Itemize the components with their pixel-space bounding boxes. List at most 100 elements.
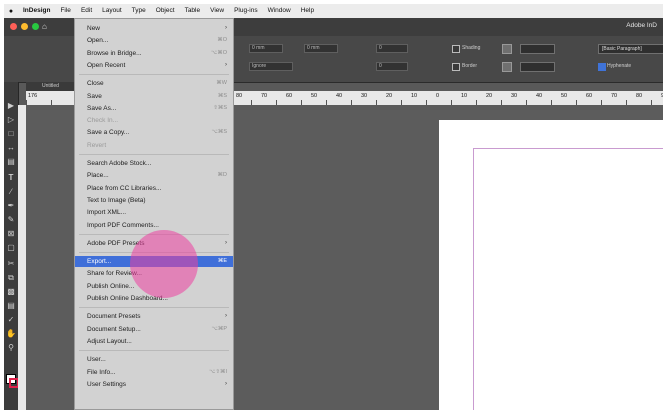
free-transform-tool-icon[interactable]: ⧉ — [6, 272, 16, 283]
file-menu-item-file-info[interactable]: File Info... ⌥⇧⌘I — [75, 367, 233, 378]
file-menu-item-place[interactable]: Place... ⌘D — [75, 170, 233, 181]
menu-view[interactable]: View — [205, 4, 229, 18]
menu-window[interactable]: Window — [263, 4, 296, 18]
ruler-tick-label: 40 — [536, 93, 543, 99]
file-menu-item-save[interactable]: Save ⌘S — [75, 91, 233, 102]
zoom-readout: 176 — [28, 93, 38, 99]
rectangle-tool-icon[interactable]: ▢ — [6, 242, 16, 253]
menu-plugins[interactable]: Plug-ins — [229, 4, 262, 18]
zoom-tool-icon[interactable]: ⚲ — [6, 342, 16, 353]
window-controls — [10, 23, 39, 30]
paragraph-style-dropdown[interactable]: [Basic Paragraph] — [598, 44, 663, 54]
hyphenate-label: Hyphenate — [607, 63, 632, 69]
file-menu-item-place-from-cc-libraries[interactable]: Place from CC Libraries... — [75, 183, 233, 194]
screenshot-frame: ● InDesign File Edit Layout Type Object … — [4, 4, 663, 410]
file-menu-item-user-settings[interactable]: User Settings › — [75, 379, 233, 390]
ruler-tick-label: 20 — [386, 93, 393, 99]
indent-field[interactable]: 0 mm — [249, 44, 283, 53]
border-checkbox[interactable] — [452, 63, 460, 71]
type-tool-icon[interactable]: T — [6, 172, 16, 183]
file-menu-item-save-a-copy[interactable]: Save a Copy... ⌥⌘S — [75, 127, 233, 138]
minimize-window-icon[interactable] — [21, 23, 28, 30]
submenu-chevron-icon: › — [225, 61, 227, 68]
file-menu-item-import-pdf-comments[interactable]: Import PDF Comments... — [75, 220, 233, 231]
ruler-tick-label: 70 — [611, 93, 618, 99]
menu-item-shortcut: ⌥⇧⌘I — [209, 368, 227, 375]
menu-item-label: Import XML... — [87, 209, 127, 217]
menu-layout[interactable]: Layout — [97, 4, 127, 18]
scissors-tool-icon[interactable]: ✂ — [6, 258, 16, 269]
content-collector-icon[interactable]: ▤ — [6, 156, 16, 167]
file-menu-item-new[interactable]: New › — [75, 23, 233, 34]
ignore-dropdown[interactable]: Ignore — [249, 62, 293, 71]
drop-cap-lines-field[interactable]: 0 — [376, 62, 408, 71]
pencil-tool-icon[interactable]: ✎ — [6, 214, 16, 225]
eyedropper-tool-icon[interactable]: ✓ — [6, 314, 16, 325]
menu-type[interactable]: Type — [127, 4, 151, 18]
border-swatch[interactable] — [502, 62, 512, 72]
menu-item-label: Place... — [87, 172, 109, 180]
menu-item-label: Search Adobe Stock... — [87, 160, 152, 167]
menu-item-label: User... — [87, 356, 106, 364]
shading-label: Shading — [462, 45, 481, 51]
page-margin-guide — [473, 148, 663, 410]
file-menu-item-save-as[interactable]: Save As... ⇧⌘S — [75, 103, 233, 114]
file-menu-item-search-adobe-stock[interactable]: Search Adobe Stock... — [75, 158, 233, 169]
shading-swatch[interactable] — [502, 44, 512, 54]
pen-tool-icon[interactable]: ✒ — [6, 200, 16, 211]
rectangle-frame-tool-icon[interactable]: ⊠ — [6, 228, 16, 239]
direct-selection-tool-icon[interactable]: ▷ — [6, 114, 16, 125]
line-tool-icon[interactable]: ∕ — [6, 186, 16, 197]
file-menu-item-open-recent[interactable]: Open Recent › — [75, 60, 233, 71]
file-menu-item-browse-in-bridge[interactable]: Browse in Bridge... ⌥⌘O — [75, 48, 233, 59]
mac-menubar: ● InDesign File Edit Layout Type Object … — [4, 4, 663, 18]
menu-item-label: Save — [87, 92, 102, 100]
zoom-window-icon[interactable] — [32, 23, 39, 30]
menu-edit[interactable]: Edit — [76, 4, 97, 18]
close-window-icon[interactable] — [10, 23, 17, 30]
space-field[interactable]: 0 mm — [304, 44, 338, 53]
apple-menu-icon[interactable]: ● — [4, 8, 18, 15]
file-menu-item-document-presets[interactable]: Document Presets › — [75, 311, 233, 322]
drop-cap-field[interactable]: 0 — [376, 44, 408, 53]
menu-item-label: Document Presets — [87, 313, 141, 321]
menu-item-shortcut: ⌘O — [217, 37, 227, 44]
hand-tool-icon[interactable]: ✋ — [6, 328, 16, 339]
document-tab-label: Untitled — [42, 83, 59, 89]
ruler-tick-label: 80 — [236, 93, 243, 99]
menu-separator — [79, 74, 229, 76]
file-menu-item-close[interactable]: Close ⌘W — [75, 78, 233, 89]
shading-color-dropdown[interactable] — [520, 44, 555, 54]
home-icon[interactable]: ⌂ — [42, 22, 47, 31]
menu-item-label: User Settings — [87, 380, 127, 388]
menu-item-label: Adjust Layout... — [87, 337, 132, 345]
note-tool-icon[interactable]: ▤ — [6, 300, 16, 311]
submenu-chevron-icon: › — [225, 313, 227, 320]
selection-tool-icon[interactable]: ▶ — [6, 100, 16, 111]
gradient-tool-icon[interactable]: ▩ — [6, 286, 16, 297]
menu-file[interactable]: File — [55, 4, 75, 18]
menu-help[interactable]: Help — [296, 4, 319, 18]
app-title: Adobe InD — [626, 22, 657, 29]
ruler-tick-label: 60 — [286, 93, 293, 99]
page-tool-icon[interactable]: □ — [6, 128, 16, 139]
file-menu-item-text-to-image-beta[interactable]: Text to Image (Beta) — [75, 195, 233, 206]
ruler-tick-label: 80 — [636, 93, 643, 99]
file-menu-item-adjust-layout[interactable]: Adjust Layout... — [75, 336, 233, 347]
menu-separator — [79, 154, 229, 155]
file-menu-item-user[interactable]: User... — [75, 354, 233, 365]
menu-indesign[interactable]: InDesign — [18, 4, 55, 18]
menu-object[interactable]: Object — [151, 4, 180, 18]
border-color-dropdown[interactable] — [520, 62, 555, 72]
file-menu-item-open[interactable]: Open... ⌘O — [75, 35, 233, 46]
menu-item-shortcut: ⌘D — [217, 172, 227, 179]
menu-item-shortcut: ⌘E — [217, 258, 227, 265]
gap-tool-icon[interactable]: ↔ — [6, 142, 16, 153]
shading-checkbox[interactable] — [452, 45, 460, 53]
menu-table[interactable]: Table — [180, 4, 206, 18]
submenu-chevron-icon: › — [225, 239, 227, 246]
file-menu-item-document-setup[interactable]: Document Setup... ⌥⌘P — [75, 324, 233, 335]
file-menu-item-import-xml[interactable]: Import XML... — [75, 207, 233, 218]
menu-item-shortcut: ⌘S — [217, 92, 227, 99]
hyphenate-checkbox[interactable] — [598, 63, 606, 71]
